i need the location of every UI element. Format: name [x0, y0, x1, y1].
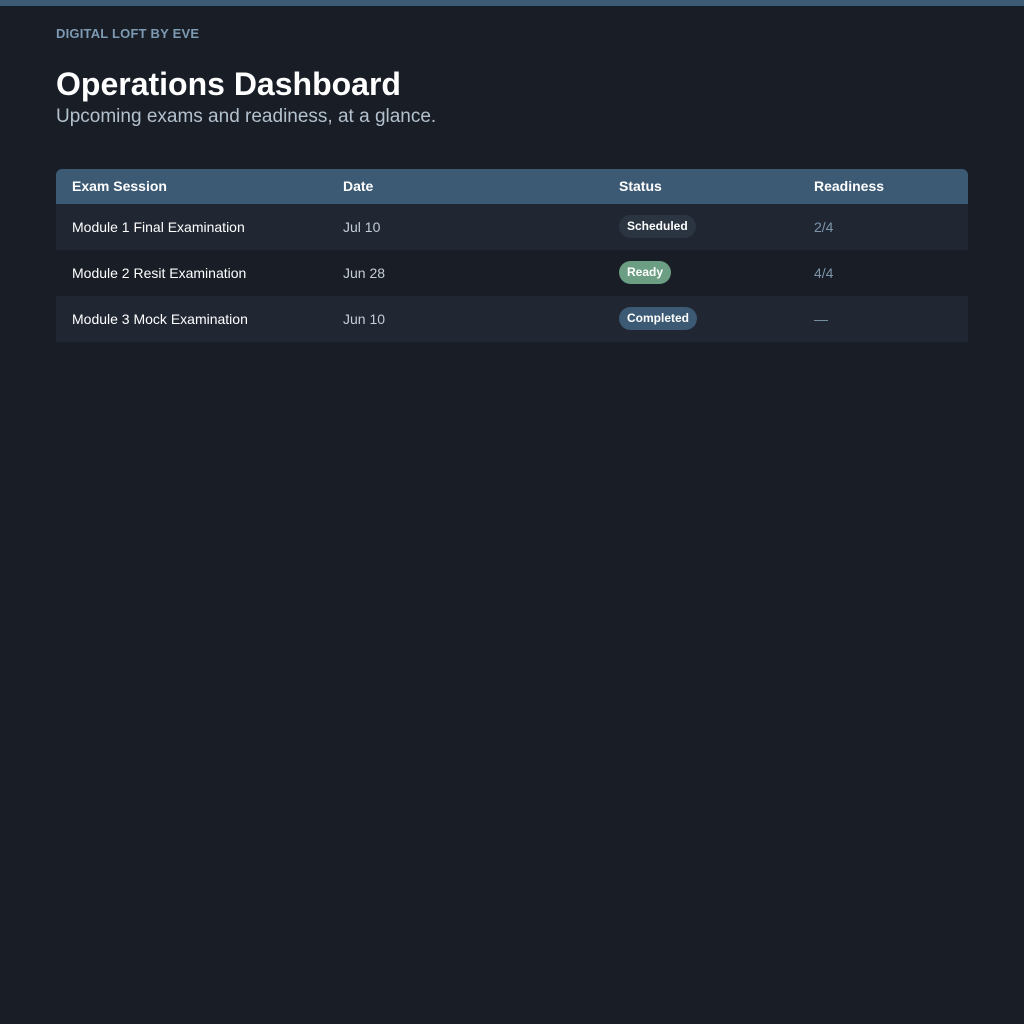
status-cell: Ready [619, 250, 672, 296]
exam-session-cell: Module 3 Mock Examination [72, 311, 248, 327]
date-cell: Jun 28 [343, 265, 386, 281]
table-row[interactable]: Module 2 Resit Examination Jun 28 Ready … [56, 250, 968, 296]
column-header-status[interactable]: Status [619, 169, 662, 204]
column-header-date[interactable]: Date [343, 169, 373, 204]
status-badge: Completed [619, 306, 698, 330]
readiness-cell: 4/4 [814, 265, 834, 281]
status-cell: Scheduled [619, 204, 696, 250]
top-accent-bar [0, 0, 1024, 6]
status-badge: Ready [619, 260, 672, 284]
status-cell: Completed [619, 296, 698, 342]
readiness-cell: 2/4 [814, 219, 834, 235]
column-header-exam-session[interactable]: Exam Session [72, 169, 167, 204]
table-row[interactable]: Module 3 Mock Examination Jun 10 Complet… [56, 296, 968, 342]
table-header: Exam Session Date Status Readiness [56, 169, 968, 204]
readiness-cell: — [814, 311, 828, 327]
page-title: Operations Dashboard [56, 66, 401, 102]
column-header-readiness[interactable]: Readiness [814, 169, 884, 204]
date-cell: Jun 10 [343, 311, 386, 327]
exam-table: Exam Session Date Status Readiness Modul… [56, 169, 968, 342]
table-row[interactable]: Module 1 Final Examination Jul 10 Schedu… [56, 204, 968, 250]
date-cell: Jul 10 [343, 219, 381, 235]
exam-session-cell: Module 1 Final Examination [72, 219, 245, 235]
brand-label: DIGITAL LOFT BY EVE [56, 26, 200, 41]
exam-session-cell: Module 2 Resit Examination [72, 265, 247, 281]
page-subtitle: Upcoming exams and readiness, at a glanc… [56, 106, 437, 127]
status-badge: Scheduled [619, 214, 696, 238]
